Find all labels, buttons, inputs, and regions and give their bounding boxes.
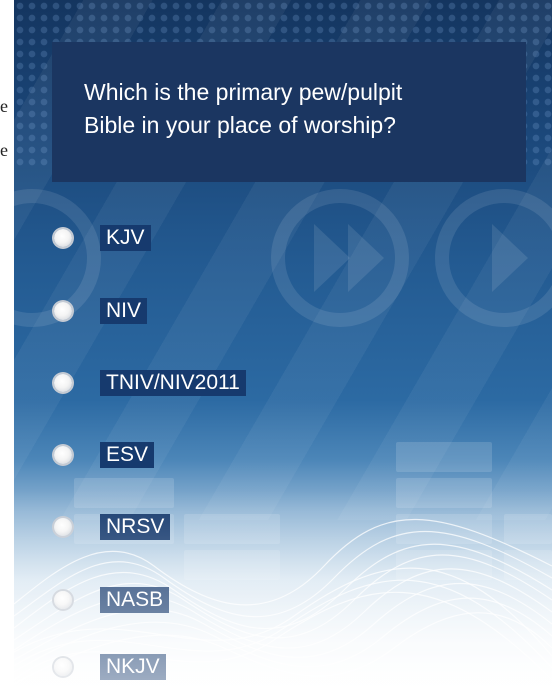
question-line-1: Which is the primary pew/pulpit [84, 79, 403, 105]
radio-button[interactable] [54, 658, 72, 676]
option-tniv-niv2011[interactable]: TNIV/NIV2011 [52, 368, 246, 398]
option-label[interactable]: NRSV [100, 514, 171, 540]
left-margin: e e [0, 0, 14, 687]
question-line-2: Bible in your place of worship? [84, 112, 396, 138]
option-nrsv[interactable]: NRSV [52, 512, 171, 542]
radio-button[interactable] [54, 591, 72, 609]
clipped-text-line: e [0, 96, 8, 116]
option-niv[interactable]: NIV [52, 296, 148, 326]
option-esv[interactable]: ESV [52, 440, 155, 470]
radio-button[interactable] [54, 518, 72, 536]
option-label[interactable]: TNIV/NIV2011 [100, 370, 246, 396]
option-label[interactable]: ESV [100, 442, 155, 468]
radio-button[interactable] [54, 446, 72, 464]
option-label[interactable]: NASB [100, 587, 170, 613]
page: e e Which is the primary pew/pulpit Bibl… [0, 0, 552, 687]
option-nkjv[interactable]: NKJV [52, 652, 166, 682]
option-kjv[interactable]: KJV [52, 223, 151, 253]
radio-button[interactable] [54, 302, 72, 320]
option-nasb[interactable]: NASB [52, 585, 170, 615]
option-label[interactable]: KJV [100, 225, 151, 251]
question-box: Which is the primary pew/pulpit Bible in… [52, 42, 526, 182]
radio-button[interactable] [54, 229, 72, 247]
poll-widget: Which is the primary pew/pulpit Bible in… [14, 0, 552, 687]
clipped-text-line: e [0, 140, 8, 160]
radio-button[interactable] [54, 374, 72, 392]
play-arrows-decoration [314, 224, 528, 292]
question-text: Which is the primary pew/pulpit Bible in… [84, 76, 508, 142]
option-label[interactable]: NIV [100, 298, 148, 324]
option-label[interactable]: NKJV [100, 654, 166, 680]
